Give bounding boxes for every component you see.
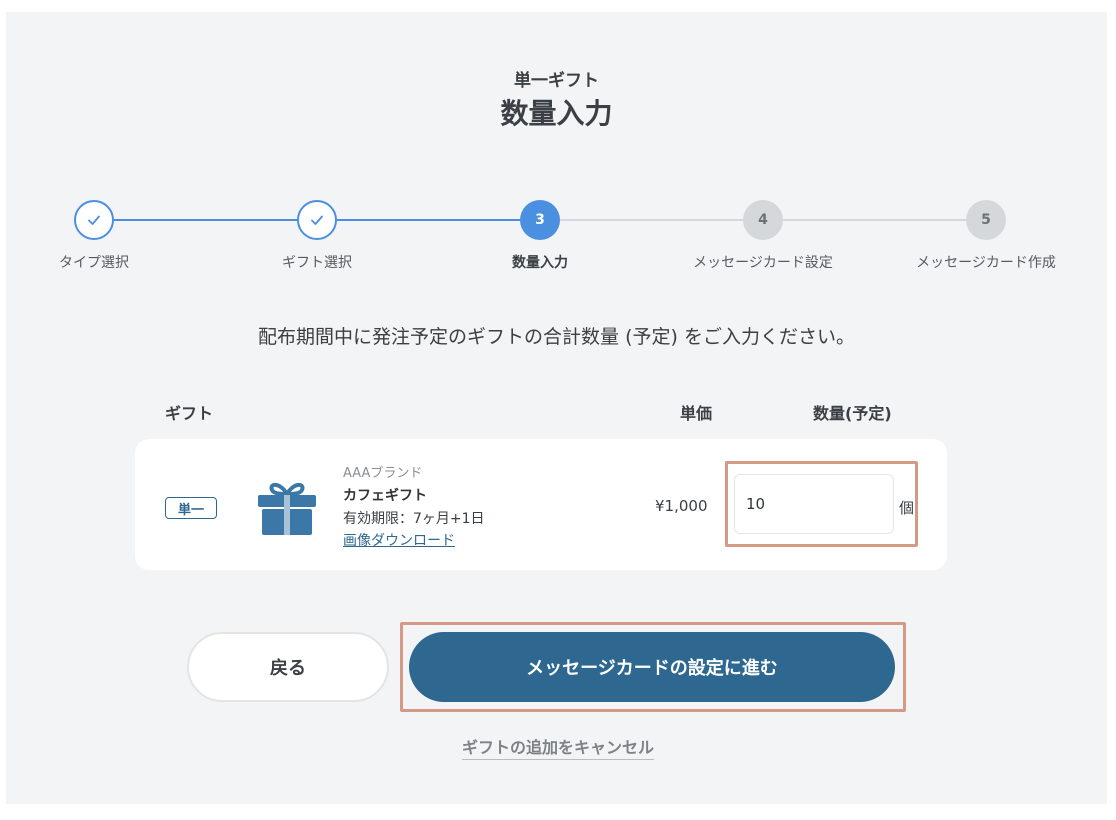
step-4-label: メッセージカード設定 (693, 255, 833, 271)
step-1-label: タイプ選択 (59, 255, 129, 271)
step-connector-3 (560, 219, 746, 221)
step-5-label: メッセージカード作成 (916, 255, 1056, 271)
page-title: 数量入力 (500, 97, 613, 130)
gift-type-badge: 単一 (165, 497, 217, 519)
quantity-unit: 個 (899, 499, 915, 517)
gift-validity: 有効期限：7ヶ月+1日 (343, 511, 485, 527)
page-subtitle: 単一ギフト (514, 71, 599, 91)
step-connector-1 (114, 219, 300, 221)
gift-name: カフェギフト (343, 488, 427, 504)
column-header-gift: ギフト (165, 404, 214, 423)
quantity-input[interactable] (734, 474, 894, 534)
gift-unit-price: ¥1,000 (655, 497, 708, 515)
step-5-indicator: 5 (966, 200, 1006, 240)
back-button[interactable]: 戻る (187, 632, 389, 702)
step-connector-4 (783, 219, 969, 221)
check-icon (88, 215, 100, 225)
proceed-to-message-card-button[interactable]: メッセージカードの設定に進む (409, 632, 895, 702)
column-header-unit-price: 単価 (680, 404, 713, 423)
step-3-indicator: 3 (520, 200, 560, 240)
step-2-indicator (297, 200, 337, 240)
check-icon (311, 215, 323, 225)
step-4-indicator: 4 (743, 200, 783, 240)
step-1-indicator (74, 200, 114, 240)
gift-brand: AAAブランド (343, 466, 423, 481)
instruction-text: 配布期間中に発注予定のギフトの合計数量 (予定) をご入力ください。 (258, 326, 855, 348)
cancel-gift-link[interactable]: ギフトの追加をキャンセル (461, 738, 654, 760)
step-2-label: ギフト選択 (282, 255, 352, 271)
column-header-quantity: 数量(予定) (813, 404, 892, 423)
step-3-label: 数量入力 (512, 255, 568, 271)
step-connector-2 (337, 219, 523, 221)
image-download-link[interactable]: 画像ダウンロード (343, 530, 455, 550)
gift-icon (258, 482, 316, 535)
cancel-gift-link-row: ギフトの追加をキャンセル (0, 734, 1116, 760)
